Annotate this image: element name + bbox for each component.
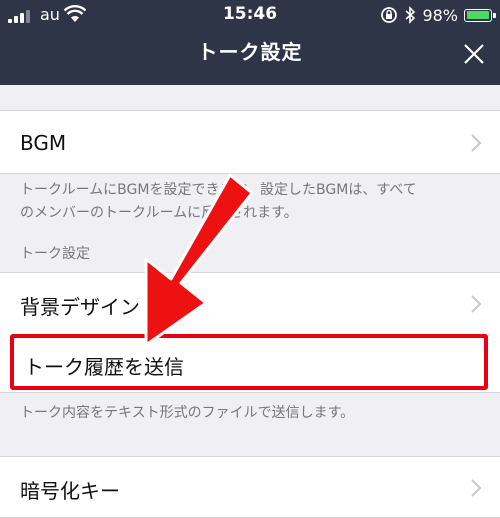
- page-title: トーク設定: [197, 40, 303, 64]
- battery-fill: [466, 11, 489, 19]
- settings-item-encryption-key[interactable]: 暗号化キー: [0, 456, 500, 518]
- chevron-right-icon: [471, 479, 482, 497]
- settings-item-background-design[interactable]: 背景デザイン: [0, 272, 500, 334]
- settings-item-send-history[interactable]: トーク履歴を送信: [10, 334, 488, 390]
- bgm-description: トークルームにBGMを設定できます。設定したBGMは、すべて のメンバーのトーク…: [20, 179, 480, 225]
- chevron-right-icon: [471, 134, 482, 152]
- bluetooth-icon: [405, 6, 416, 24]
- close-icon[interactable]: [462, 42, 486, 66]
- encryption-key-label: 暗号化キー: [20, 479, 120, 503]
- section-header-talk-settings: トーク設定: [20, 246, 90, 262]
- send-history-description: トーク内容をテキスト形式のファイルで送信します。: [20, 405, 355, 421]
- orientation-lock-icon: [381, 7, 398, 23]
- battery-icon: [464, 8, 496, 22]
- send-history-label: トーク履歴を送信: [24, 355, 184, 379]
- background-design-label: 背景デザイン: [20, 295, 140, 319]
- chevron-right-icon: [471, 295, 482, 313]
- bgm-label: BGM: [20, 131, 67, 155]
- battery-percent: 98%: [422, 5, 458, 25]
- status-bar: au 15:46 98%: [0, 0, 500, 30]
- settings-item-bgm[interactable]: BGM: [0, 110, 500, 174]
- status-right: 98%: [380, 4, 496, 26]
- top-bar: au 15:46 98% トーク設定: [0, 0, 500, 85]
- bgm-note-line2: のメンバーのトークルームに反映されます。: [20, 205, 298, 221]
- bgm-note-line1: トークルームにBGMを設定できます。設定したBGMは、すべて: [20, 182, 417, 198]
